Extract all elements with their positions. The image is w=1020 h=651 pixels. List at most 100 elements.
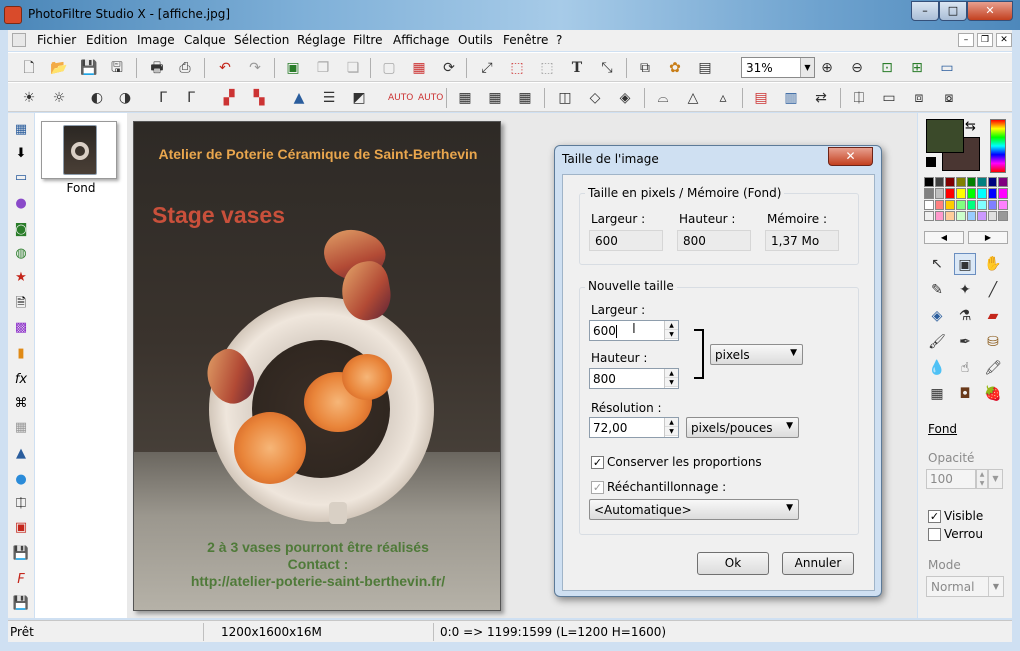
palette-swatch[interactable] — [977, 188, 987, 199]
hand-icon[interactable]: ✋ — [982, 253, 1004, 275]
unit-select[interactable]: pixels ▼ — [710, 344, 803, 365]
fullscreen-icon[interactable]: ▭ — [938, 59, 956, 77]
layer-thumbnail[interactable] — [41, 121, 117, 179]
undo-icon[interactable]: ↶ — [216, 59, 234, 77]
open-folder-icon[interactable]: 📂 — [50, 59, 68, 77]
auto-contrast-icon[interactable]: AUTO — [388, 89, 413, 107]
maximize-button[interactable]: □ — [939, 1, 967, 21]
saturation-up-icon[interactable]: ▚ — [250, 89, 268, 107]
palette-swatch[interactable] — [934, 210, 945, 221]
document-icon[interactable] — [12, 33, 26, 47]
new-file-icon[interactable]: 🗋 — [20, 59, 38, 77]
scan-icon[interactable]: ⎙ — [176, 59, 194, 77]
layer-name[interactable]: Fond — [928, 422, 957, 436]
opacity-spinner[interactable]: ▲ ▼ — [976, 469, 988, 489]
grid-tool-icon[interactable]: ▦ — [926, 383, 948, 405]
ball-icon[interactable]: ● — [12, 471, 30, 489]
keep-proportions-checkbox[interactable]: ✓ — [591, 456, 604, 469]
saturation-down-icon[interactable]: ▞ — [220, 89, 238, 107]
paste-icon[interactable]: ▣ — [284, 59, 302, 77]
minimize-button[interactable]: – — [911, 1, 939, 21]
palette-swatch[interactable] — [998, 188, 1008, 199]
resolution-spinner[interactable]: ▲ ▼ — [664, 418, 678, 437]
fit-window-icon[interactable]: ⊡ — [878, 59, 896, 77]
image-canvas[interactable]: Atelier de Poterie Céramique de Saint-Be… — [133, 121, 501, 611]
gradient-2-icon[interactable]: ▥ — [782, 89, 800, 107]
mode-select[interactable]: Normal ▼ — [926, 576, 1004, 597]
menu-calque[interactable]: Calque — [184, 33, 226, 47]
rotate-icon[interactable]: ⟳ — [440, 59, 458, 77]
paste-new-icon[interactable]: ❏ — [344, 59, 362, 77]
contrast-up-icon[interactable]: ◑ — [116, 89, 134, 107]
palette-swatch[interactable] — [966, 199, 977, 210]
grid-filter-1-icon[interactable]: ▦ — [456, 89, 474, 107]
grid-filter-2-icon[interactable]: ▦ — [486, 89, 504, 107]
transform-icon[interactable]: ⤡ — [598, 59, 616, 77]
chevron-down-icon[interactable]: ▼ — [988, 469, 1003, 489]
menu-selection[interactable]: Sélection — [234, 33, 289, 47]
triangle-1-icon[interactable]: △ — [684, 89, 702, 107]
palette-swatch[interactable] — [924, 177, 934, 188]
eyedropper-icon[interactable]: ✎ — [926, 279, 948, 301]
menu-reglage[interactable]: Réglage — [297, 33, 346, 47]
menu-edition[interactable]: Edition — [86, 33, 128, 47]
smudge-icon[interactable]: ☝ — [954, 357, 976, 379]
spray-icon[interactable]: ⚗ — [954, 305, 976, 327]
gradient-fill-icon[interactable]: ▮ — [12, 345, 30, 363]
text-icon[interactable]: T — [568, 59, 586, 77]
magic-wand-icon[interactable]: ✦ — [954, 279, 976, 301]
histogram-icon[interactable]: ▲ — [290, 89, 308, 107]
frame-icon[interactable]: ▭ — [880, 89, 898, 107]
portrait-icon[interactable]: ◘ — [954, 383, 976, 405]
palette-swatch[interactable] — [966, 210, 977, 221]
color-mode-icon[interactable]: ▦ — [410, 59, 428, 77]
auto-levels-icon[interactable]: AUTO — [418, 89, 443, 107]
line-icon[interactable]: ╱ — [982, 279, 1004, 301]
resolution-input[interactable]: 72,00 ▲ ▼ — [589, 417, 679, 438]
selection-icon[interactable]: ⬚ — [538, 59, 556, 77]
blur-icon[interactable]: ⌓ — [654, 89, 672, 107]
invert-icon[interactable]: ◩ — [350, 89, 368, 107]
sharpen-icon[interactable]: ◈ — [616, 89, 634, 107]
zoom-out-icon[interactable]: ⊖ — [848, 59, 866, 77]
save-as-icon[interactable]: 🖫 — [108, 59, 126, 77]
palette-swatch[interactable] — [934, 188, 945, 199]
selection-tool-icon[interactable]: ▣ — [954, 253, 976, 275]
palette-swatch[interactable] — [987, 177, 998, 188]
globe-icon[interactable]: ◍ — [12, 245, 30, 263]
palette-swatch[interactable] — [977, 199, 987, 210]
frame-2-icon[interactable]: ⧈ — [910, 89, 928, 107]
chevron-down-icon[interactable]: ▼ — [988, 577, 1003, 596]
palette-next-icon[interactable]: ▶ — [968, 231, 1008, 244]
menu-filtre[interactable]: Filtre — [353, 33, 382, 47]
lock-checkbox[interactable] — [928, 528, 941, 541]
new-height-input[interactable]: 800 ▲ ▼ — [589, 368, 679, 389]
book-tool-icon[interactable]: ⎅ — [12, 495, 30, 513]
calculator-icon[interactable]: ▦ — [12, 121, 30, 139]
menu-outils[interactable]: Outils — [458, 33, 493, 47]
visible-checkbox[interactable]: ✓ — [928, 510, 941, 523]
page-icon[interactable]: 🗎 — [12, 295, 30, 313]
font-icon[interactable]: F — [12, 571, 30, 589]
sphere-icon[interactable]: ● — [12, 195, 30, 213]
menu-fenetre[interactable]: Fenêtre — [503, 33, 548, 47]
palette-swatch[interactable] — [955, 177, 966, 188]
flip-icon[interactable]: ⇄ — [812, 89, 830, 107]
drop-icon[interactable]: ◇ — [586, 89, 604, 107]
clone-icon[interactable]: 🖍 — [982, 357, 1004, 379]
resample-checkbox[interactable]: ✓ — [591, 481, 604, 494]
mdi-restore-icon[interactable]: ❐ — [977, 33, 993, 47]
brightness-up-icon[interactable]: ☀ — [20, 89, 38, 107]
swap-colors-icon[interactable]: ⇆ — [965, 119, 976, 134]
save-2000-icon[interactable]: 💾 — [12, 545, 30, 563]
blur-drop-icon[interactable]: 💧 — [926, 357, 948, 379]
dialog-close-button[interactable]: ✕ — [828, 147, 873, 166]
palette-swatch[interactable] — [998, 199, 1008, 210]
palette-swatch[interactable] — [924, 210, 934, 221]
mdi-close-icon[interactable]: ✕ — [996, 33, 1012, 47]
contrast-down-icon[interactable]: ◐ — [88, 89, 106, 107]
formula-icon[interactable]: fx — [12, 371, 30, 389]
pattern-icon[interactable]: ⌘ — [12, 395, 30, 413]
texture-icon[interactable]: ▩ — [12, 319, 30, 337]
menu-help[interactable]: ? — [556, 33, 562, 47]
